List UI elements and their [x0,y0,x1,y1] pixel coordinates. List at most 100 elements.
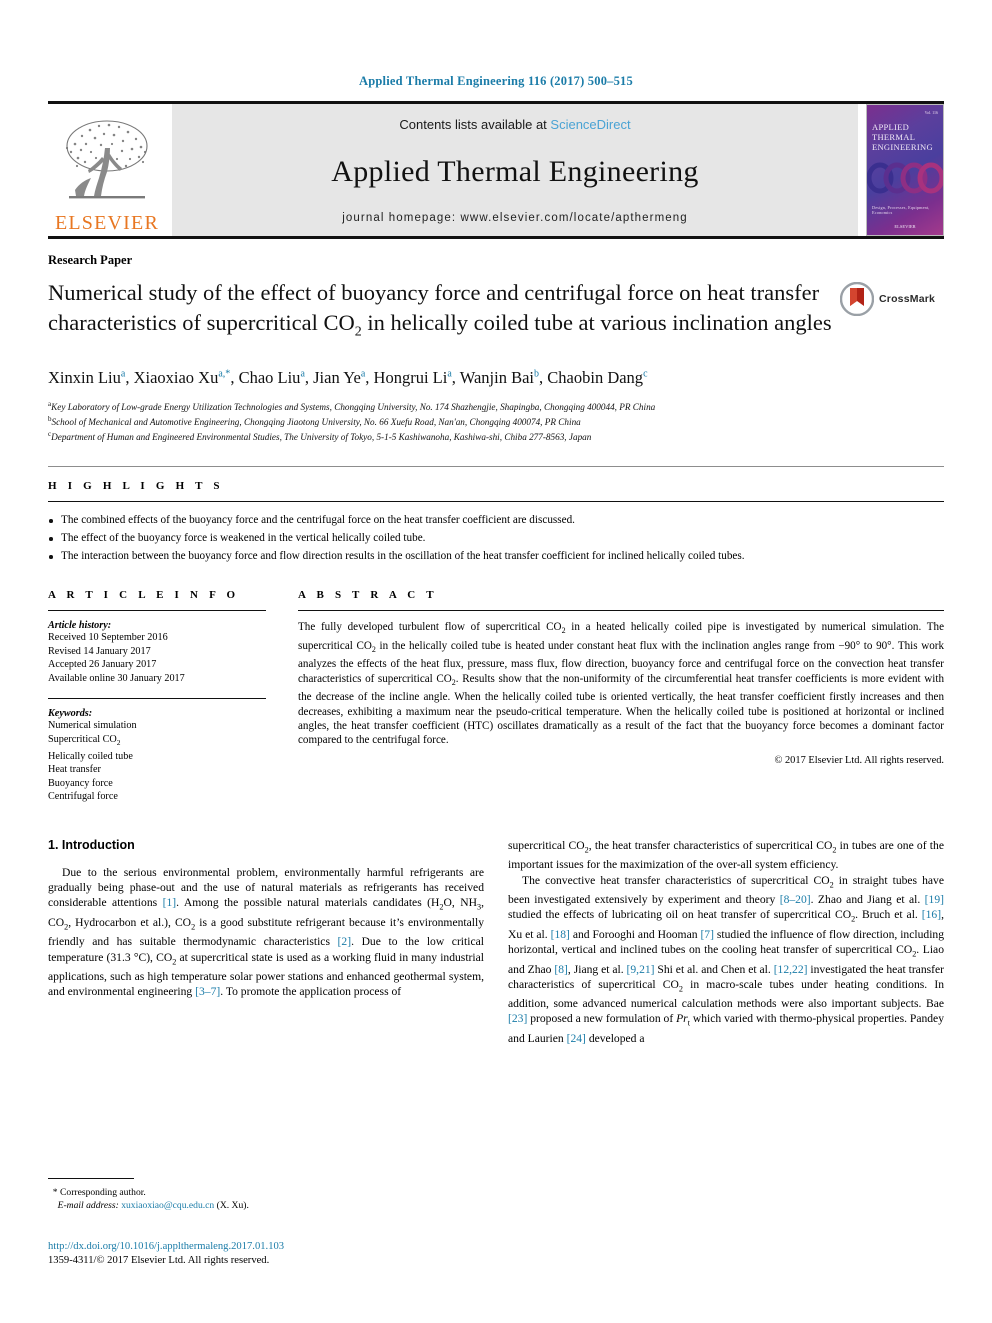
highlights-section: H I G H L I G H T S The combined effects… [48,465,944,564]
page-title: Numerical study of the effect of buoyanc… [48,278,944,348]
title-subscript: 2 [354,324,362,340]
article-history-item: Received 10 September 2016 [48,631,168,643]
document-type-label: Research Paper [48,253,133,267]
journal-title: Applied Thermal Engineering [331,155,699,188]
body-column-left: 1. Introduction Due to the serious envir… [48,838,484,1046]
paragraph: The convective heat transfer characteris… [508,873,945,1045]
abstract-rule [298,609,944,611]
affiliation-text: School of Mechanical and Automotive Engi… [51,417,581,428]
doi-block: http://dx.doi.org/10.1016/j.applthermale… [48,1240,478,1268]
citation-link[interactable]: [12,22] [774,963,808,976]
body-columns: 1. Introduction Due to the serious envir… [48,838,944,1046]
cover-line-1: APPLIED [872,122,910,132]
highlights-list: The combined effects of the buoyancy for… [48,502,944,564]
body-column-right: supercritical CO2, the heat transfer cha… [508,838,944,1046]
author-sep: , [125,367,134,387]
contents-prefix: Contents lists available at [399,117,551,132]
author-name: Wanjin Bai [459,367,535,387]
citation-link[interactable]: [3–7] [195,985,220,998]
cover-publisher: ELSEVIER [894,224,916,229]
article-header: Research Paper Numerical study of the ef… [48,253,944,444]
crossmark-icon [840,282,874,316]
email-label: E-mail address: [57,1200,119,1211]
citation-link[interactable]: [18] [551,928,570,941]
article-info-rule [48,609,266,611]
corresponding-marker: * [52,1187,58,1198]
author-name: Jian Ye [313,367,361,387]
journal-homepage-link[interactable]: journal homepage: www.elsevier.com/locat… [342,212,688,224]
article-info-column: A R T I C L E I N F O Article history: R… [48,567,298,804]
affiliation-list: aKey Laboratory of Low-grade Energy Util… [48,398,944,444]
citation-link[interactable]: [2] [338,935,352,948]
corresponding-label: Corresponding author. [60,1187,146,1198]
keyword-item: Buoyancy force [48,777,113,789]
affiliation-item: cDepartment of Human and Engineered Envi… [48,428,944,443]
highlights-label: H I G H L I G H T S [48,479,224,492]
author-item: Xiaoxiao Xua,*, [134,368,239,387]
author-sep: , [230,367,239,387]
elsevier-wordmark: ELSEVIER [54,212,160,234]
email-link[interactable]: xuxiaoxiao@cqu.edu.cn [121,1200,214,1211]
keyword-item: Helically coiled tube [48,750,133,762]
abstract-label: A B S T R A C T [298,588,438,601]
journal-banner: Contents lists available at ScienceDirec… [172,104,858,236]
keyword-item: Supercritical CO2 [48,733,121,747]
sciencedirect-link[interactable]: ScienceDirect [550,117,630,132]
masthead-bottom-rule [48,236,944,239]
author-affil-marker: c [643,368,648,379]
footnote-rule [48,1178,134,1179]
abstract-copyright: © 2017 Elsevier Ltd. All rights reserved… [774,754,945,766]
affiliation-text: Key Laboratory of Low-grade Energy Utili… [51,401,656,412]
cover-title: APPLIED THERMAL ENGINEERING [872,122,939,152]
crossmark-badge[interactable]: CrossMark [840,281,944,317]
journal-masthead: ELSEVIER Contents lists available at Sci… [48,101,944,236]
citation-link[interactable]: [8] [554,963,568,976]
author-sep: , [365,367,374,387]
keyword-item: Heat transfer [48,764,101,776]
title-part-2: in helically coiled tube at various incl… [361,310,832,335]
citation-link[interactable]: [1] [163,896,177,909]
citation-link[interactable]: [23] [508,1012,527,1025]
info-abstract-row: A R T I C L E I N F O Article history: R… [48,567,944,804]
journal-cover-thumbnail: Vol. 116 APPLIED THERMAL ENGINEERING Des… [866,104,944,236]
keywords-separator [48,698,266,700]
list-item: The combined effects of the buoyancy for… [48,513,944,528]
cover-coil-graphic [867,162,943,194]
article-history-item: Available online 30 January 2017 [48,672,185,684]
author-item: Jian Yea, [313,368,373,387]
list-item: The effect of the buoyancy force is weak… [48,531,944,546]
list-item: The interaction between the buoyancy for… [48,549,944,564]
paragraph: Due to the serious environmental problem… [48,865,484,999]
issn-copyright-line: 1359-4311/© 2017 Elsevier Ltd. All right… [48,1255,270,1266]
author-item: Chaobin Dangc [547,368,647,387]
email-line: E-mail address: xuxiaoxiao@cqu.edu.cn (X… [48,1199,460,1212]
affiliation-item: bSchool of Mechanical and Automotive Eng… [48,413,944,428]
keyword-item: Centrifugal force [48,791,118,803]
email-attribution: (X. Xu). [216,1200,249,1211]
author-name: Chaobin Dang [547,367,644,387]
author-sep: , [304,367,314,387]
citation-link[interactable]: [24] [567,1032,586,1045]
cover-issue: Vol. 116 [924,110,938,115]
doi-link[interactable]: http://dx.doi.org/10.1016/j.applthermale… [48,1240,478,1254]
author-name: Xiaoxiao Xu [133,367,219,387]
contents-available-line: Contents lists available at ScienceDirec… [399,117,630,132]
keywords-title: Keywords: [48,708,93,720]
article-info-label: A R T I C L E I N F O [48,588,240,601]
citation-link[interactable]: [9,21] [627,963,655,976]
citation-link[interactable]: [8–20] [780,893,811,906]
author-affil-marker: a,* [218,368,231,379]
abstract-column: A B S T R A C T The fully developed turb… [298,567,944,804]
crossmark-label: CrossMark [879,293,936,305]
keyword-item: Numerical simulation [48,720,137,732]
author-item: Chao Liua, [239,368,314,387]
cover-line-2: THERMAL [872,132,916,142]
citation-link[interactable]: [19] [925,893,944,906]
journal-reference: Applied Thermal Engineering 116 (2017) 5… [359,74,633,88]
paper-page: Applied Thermal Engineering 116 (2017) 5… [0,0,992,1323]
corresponding-author-line: * Corresponding author. [48,1186,460,1199]
affiliation-text: Department of Human and Engineered Envir… [51,432,592,443]
citation-link[interactable]: [7] [700,928,714,941]
citation-link[interactable]: [16] [922,908,941,921]
footnote-block: * Corresponding author. E-mail address: … [48,1178,460,1212]
